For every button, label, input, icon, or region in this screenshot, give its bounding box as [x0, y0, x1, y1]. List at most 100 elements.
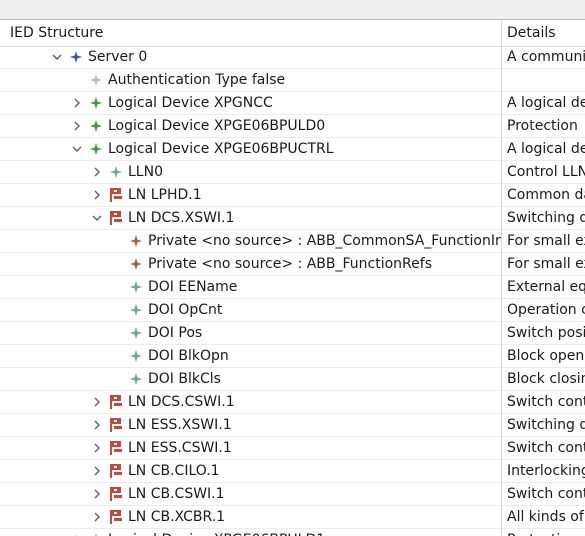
column-header-ied-structure[interactable]: IED Structure — [10, 20, 500, 46]
details-cell: Switch controller — [507, 486, 585, 502]
column-header-details[interactable]: Details — [507, 20, 585, 46]
tree-cell: LN CB.XCBR.1 — [0, 506, 501, 528]
tree-row[interactable]: LN CB.CILO.1 Interlocking — [0, 460, 585, 483]
details-cell: For small extensions — [507, 256, 585, 272]
column-divider[interactable] — [501, 20, 502, 536]
chevron-right-icon[interactable] — [90, 164, 104, 180]
tree-row[interactable]: DOI OpCnt Operation counter — [0, 299, 585, 322]
chevron-right-icon[interactable] — [90, 187, 104, 203]
details-cell: Control LLN0 — [507, 164, 585, 180]
doi-icon — [128, 325, 144, 341]
tree-row[interactable]: LN DCS.CSWI.1 Switch controller — [0, 391, 585, 414]
tree-row[interactable]: Private <no source> : ABB_CommonSA_Funct… — [0, 230, 585, 253]
tree-row[interactable]: LN ESS.CSWI.1 Switch controller — [0, 437, 585, 460]
logical-device-icon — [88, 118, 104, 134]
tree-row[interactable]: Private <no source> : ABB_FunctionRefs Fo… — [0, 253, 585, 276]
tree-cell: DOI BlkOpn — [0, 345, 501, 367]
logical-device-icon — [88, 141, 104, 157]
logical-device-icon — [88, 532, 104, 536]
chevron-right-icon[interactable] — [70, 95, 84, 111]
tree-row[interactable]: DOI Pos Switch position — [0, 322, 585, 345]
tree-cell: LLN0 — [0, 161, 501, 183]
tree-node-label: LN CB.CILO.1 — [128, 463, 220, 479]
details-cell: A logical device — [507, 141, 585, 157]
details-cell: Interlocking — [507, 463, 585, 479]
tree-row[interactable]: LLN0 Control LLN0 — [0, 161, 585, 184]
doi-icon — [128, 302, 144, 318]
tree-cell: LN LPHD.1 — [0, 184, 501, 206]
tree-node-label: LN LPHD.1 — [128, 187, 202, 203]
tree-cell: Private <no source> : ABB_FunctionRefs — [0, 253, 501, 275]
tree-cell: Logical Device XPGE06BPULD0 — [0, 115, 501, 137]
details-cell: For small extensions — [507, 233, 585, 249]
tree-node-label: DOI OpCnt — [148, 302, 223, 318]
details-cell: Switching device — [507, 417, 585, 433]
chevron-down-icon[interactable] — [90, 210, 104, 226]
details-cell — [507, 69, 585, 91]
tree-row[interactable]: Logical Device XPGNCC A logical device — [0, 92, 585, 115]
tree-cell: LN DCS.CSWI.1 — [0, 391, 501, 413]
tree-row[interactable]: DOI BlkOpn Block opening — [0, 345, 585, 368]
chevron-right-icon[interactable] — [90, 509, 104, 525]
tree-node-label: Private <no source> : ABB_FunctionRefs — [148, 256, 432, 272]
tree-row[interactable]: Authentication Type false — [0, 69, 585, 92]
tree-node-label: Authentication Type false — [108, 72, 286, 88]
logical-node-icon — [108, 417, 124, 433]
chevron-right-icon[interactable] — [90, 417, 104, 433]
tree-row[interactable]: Logical Device XPGE06BPUCTRL A logical de… — [0, 138, 585, 161]
tree-node-label: LN CB.CSWI.1 — [128, 486, 225, 502]
chevron-right-icon[interactable] — [90, 463, 104, 479]
ied-structure-tree[interactable]: Server 0 A communication Authentication Ty… — [0, 46, 585, 536]
chevron-down-icon[interactable] — [70, 141, 84, 157]
details-cell: All kinds of circuit breakers — [507, 509, 585, 525]
tree-row[interactable]: LN DCS.XSWI.1 Switching device — [0, 207, 585, 230]
doi-icon — [128, 371, 144, 387]
details-cell: A communication — [507, 49, 585, 65]
tree-node-label: LN CB.XCBR.1 — [128, 509, 226, 525]
tree-node-label: DOI EEName — [148, 279, 238, 295]
tree-cell: Logical Device XPGE06BPULD1 — [0, 529, 501, 536]
tree-cell: DOI EEName — [0, 276, 501, 298]
chevron-right-icon[interactable] — [70, 532, 84, 536]
logical-node-icon — [108, 486, 124, 502]
tree-row[interactable]: Logical Device XPGE06BPULD1 Protection — [0, 529, 585, 536]
logical-node-icon — [108, 187, 124, 203]
tree-node-label: DOI BlkCls — [148, 371, 221, 387]
details-cell: Protection — [507, 118, 578, 134]
doi-icon — [128, 348, 144, 364]
logical-node-icon — [108, 440, 124, 456]
details-cell: Protection — [507, 529, 585, 536]
details-cell: Block closing — [507, 371, 585, 387]
chevron-right-icon[interactable] — [70, 118, 84, 134]
chevron-down-icon[interactable] — [50, 49, 64, 65]
private-icon — [128, 256, 144, 272]
tree-row[interactable]: LN CB.XCBR.1 All kinds of circuit breaker… — [0, 506, 585, 529]
tree-cell: DOI BlkCls — [0, 368, 501, 390]
tree-cell: LN ESS.XSWI.1 — [0, 414, 501, 436]
lln0-icon — [108, 164, 124, 180]
tree-cell: LN CB.CILO.1 — [0, 460, 501, 482]
tree-row[interactable]: LN CB.CSWI.1 Switch controller — [0, 483, 585, 506]
tree-row[interactable]: LN ESS.XSWI.1 Switching device — [0, 414, 585, 437]
tree-row[interactable]: DOI EEName External equipment — [0, 276, 585, 299]
doi-icon — [128, 279, 144, 295]
tree-cell: Server 0 — [0, 46, 501, 68]
details-cell: A logical device — [507, 95, 585, 111]
details-cell: Switch position — [507, 325, 585, 341]
view-toolbar-strip — [0, 0, 585, 20]
tree-node-label: LLN0 — [128, 164, 163, 180]
details-cell: Switch controller — [507, 394, 585, 410]
tree-row[interactable]: Logical Device XPGE06BPULD0 Protection — [0, 115, 585, 138]
logical-node-icon — [108, 509, 124, 525]
tree-cell: DOI Pos — [0, 322, 501, 344]
tree-row[interactable]: Server 0 A communication — [0, 46, 585, 69]
chevron-right-icon[interactable] — [90, 486, 104, 502]
chevron-right-icon[interactable] — [90, 440, 104, 456]
tree-cell: Logical Device XPGNCC — [0, 92, 501, 114]
tree-node-label: DOI BlkOpn — [148, 348, 229, 364]
chevron-right-icon[interactable] — [90, 394, 104, 410]
tree-cell: LN ESS.CSWI.1 — [0, 437, 501, 459]
tree-row[interactable]: LN LPHD.1 Common data — [0, 184, 585, 207]
tree-row[interactable]: DOI BlkCls Block closing — [0, 368, 585, 391]
details-cell: Switch controller — [507, 440, 585, 456]
